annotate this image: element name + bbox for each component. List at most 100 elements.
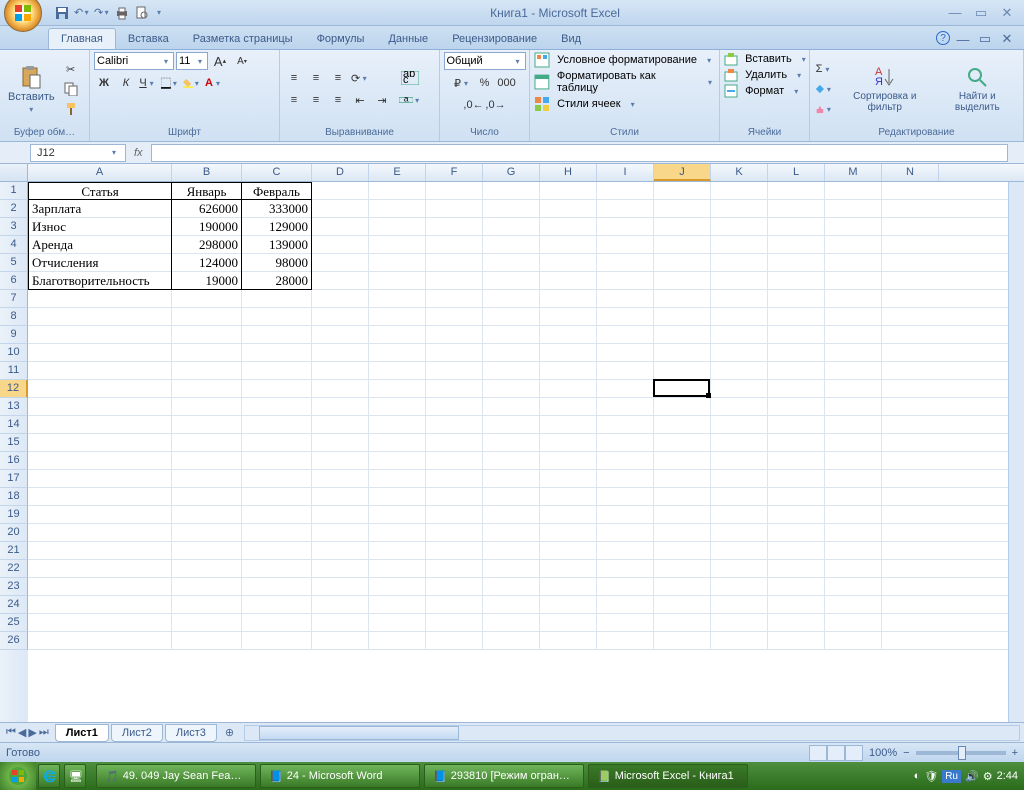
fx-icon[interactable]: fx bbox=[134, 147, 143, 159]
row-header[interactable]: 12 bbox=[0, 380, 28, 398]
format-table-button[interactable]: Форматировать как таблицу ▾ bbox=[534, 70, 715, 94]
grow-font-icon[interactable]: A▴ bbox=[210, 52, 230, 70]
tab-layout[interactable]: Разметка страницы bbox=[181, 29, 305, 49]
sheet-nav-next[interactable]: ▶ bbox=[28, 726, 36, 739]
sheet-nav-first[interactable]: ⏮ bbox=[6, 726, 16, 739]
col-header[interactable]: E bbox=[369, 164, 426, 181]
language-indicator[interactable]: Ru bbox=[942, 770, 961, 783]
number-format-combo[interactable]: Общий▾ bbox=[444, 52, 526, 70]
format-cells-button[interactable]: Формат ▾ bbox=[724, 84, 801, 98]
row-header[interactable]: 16 bbox=[0, 452, 28, 470]
row-header[interactable]: 3 bbox=[0, 218, 28, 236]
cut-icon[interactable]: ✂ bbox=[61, 60, 81, 78]
col-header[interactable]: M bbox=[825, 164, 882, 181]
data-cell[interactable]: Износ bbox=[28, 218, 172, 236]
redo-icon[interactable]: ↷▾ bbox=[94, 5, 110, 21]
sheet-tab-1[interactable]: Лист1 bbox=[55, 724, 109, 742]
col-header[interactable]: N bbox=[882, 164, 939, 181]
orientation-icon[interactable]: ⟳▾ bbox=[350, 69, 370, 87]
row-header[interactable]: 14 bbox=[0, 416, 28, 434]
row-header[interactable]: 4 bbox=[0, 236, 28, 254]
dec-dec-icon[interactable]: ,0→ bbox=[486, 96, 506, 114]
row-header[interactable]: 5 bbox=[0, 254, 28, 272]
new-sheet-icon[interactable]: ⊕ bbox=[219, 726, 240, 739]
font-size-combo[interactable]: 11▾ bbox=[176, 52, 208, 70]
insert-cells-button[interactable]: Вставить ▾ bbox=[724, 52, 809, 66]
tray-icon[interactable]: ◐ bbox=[914, 770, 921, 782]
shrink-font-icon[interactable]: A▾ bbox=[232, 52, 252, 70]
data-cell[interactable]: Аренда bbox=[28, 236, 172, 254]
border-icon[interactable]: ▾ bbox=[160, 74, 180, 92]
dec-inc-icon[interactable]: ,0← bbox=[464, 96, 484, 114]
tab-home[interactable]: Главная bbox=[48, 28, 116, 49]
zoom-in-icon[interactable]: + bbox=[1012, 747, 1018, 759]
data-cell[interactable]: 19000 bbox=[172, 272, 242, 290]
data-cell[interactable]: 98000 bbox=[242, 254, 312, 272]
undo-icon[interactable]: ↶▾ bbox=[74, 5, 90, 21]
row-header[interactable]: 1 bbox=[0, 182, 28, 200]
cell-styles-button[interactable]: Стили ячеек ▾ bbox=[534, 96, 638, 112]
sheet-nav-prev[interactable]: ◀ bbox=[18, 726, 26, 739]
clear-icon[interactable]: ▾ bbox=[814, 100, 834, 118]
help-icon[interactable]: ? bbox=[936, 31, 950, 45]
mdi-minimize[interactable]: — bbox=[954, 31, 972, 47]
currency-icon[interactable]: ₽▾ bbox=[453, 74, 473, 92]
cells-area[interactable]: СтатьяЯнварьФевральЗарплата626000333000И… bbox=[28, 182, 1008, 722]
row-header[interactable]: 9 bbox=[0, 326, 28, 344]
row-header[interactable]: 26 bbox=[0, 632, 28, 650]
tab-data[interactable]: Данные bbox=[376, 29, 440, 49]
data-cell[interactable]: 298000 bbox=[172, 236, 242, 254]
wrap-text-icon[interactable]: abc bbox=[398, 69, 422, 87]
view-normal-icon[interactable] bbox=[809, 745, 827, 761]
row-header[interactable]: 19 bbox=[0, 506, 28, 524]
delete-cells-button[interactable]: Удалить ▾ bbox=[724, 68, 804, 82]
row-header[interactable]: 18 bbox=[0, 488, 28, 506]
formula-input[interactable] bbox=[151, 144, 1008, 162]
zoom-level[interactable]: 100% bbox=[869, 747, 897, 759]
fill-color-icon[interactable]: ▾ bbox=[182, 74, 202, 92]
view-break-icon[interactable] bbox=[845, 745, 863, 761]
cond-format-button[interactable]: Условное форматирование ▾ bbox=[534, 52, 714, 68]
tray-icon[interactable]: 🛡 bbox=[924, 770, 938, 783]
row-header[interactable]: 7 bbox=[0, 290, 28, 308]
data-cell[interactable]: 129000 bbox=[242, 218, 312, 236]
col-header[interactable]: A bbox=[28, 164, 172, 181]
indent-inc-icon[interactable]: ⇥ bbox=[372, 91, 392, 109]
italic-icon[interactable]: К bbox=[116, 74, 136, 92]
col-header[interactable]: J bbox=[654, 164, 711, 181]
close-button[interactable]: ✕ bbox=[998, 5, 1016, 21]
autosum-icon[interactable]: Σ▾ bbox=[814, 60, 834, 78]
col-header[interactable]: H bbox=[540, 164, 597, 181]
row-header[interactable]: 10 bbox=[0, 344, 28, 362]
maximize-button[interactable]: ▭ bbox=[972, 5, 990, 21]
qat-dropdown-icon[interactable]: ▾ bbox=[154, 5, 164, 21]
indent-dec-icon[interactable]: ⇤ bbox=[350, 91, 370, 109]
tab-insert[interactable]: Вставка bbox=[116, 29, 181, 49]
col-header[interactable]: G bbox=[483, 164, 540, 181]
col-header[interactable]: B bbox=[172, 164, 242, 181]
thousand-icon[interactable]: 000 bbox=[497, 74, 517, 92]
minimize-button[interactable]: — bbox=[946, 5, 964, 21]
row-header[interactable]: 24 bbox=[0, 596, 28, 614]
data-cell[interactable]: 28000 bbox=[242, 272, 312, 290]
start-button[interactable] bbox=[0, 762, 36, 790]
tab-review[interactable]: Рецензирование bbox=[440, 29, 549, 49]
clock[interactable]: 2:44 bbox=[997, 770, 1018, 782]
align-right-icon[interactable]: ≡ bbox=[328, 91, 348, 109]
row-header[interactable]: 8 bbox=[0, 308, 28, 326]
data-cell[interactable]: 190000 bbox=[172, 218, 242, 236]
print-icon[interactable] bbox=[114, 5, 130, 21]
data-cell[interactable]: 139000 bbox=[242, 236, 312, 254]
data-cell[interactable]: Отчисления bbox=[28, 254, 172, 272]
row-header[interactable]: 22 bbox=[0, 560, 28, 578]
row-header[interactable]: 15 bbox=[0, 434, 28, 452]
sheet-tab-2[interactable]: Лист2 bbox=[111, 724, 163, 742]
hscrollbar[interactable] bbox=[244, 725, 1020, 741]
col-header[interactable]: K bbox=[711, 164, 768, 181]
data-cell[interactable]: Январь bbox=[172, 182, 242, 200]
data-cell[interactable]: 333000 bbox=[242, 200, 312, 218]
vscrollbar[interactable] bbox=[1008, 182, 1024, 722]
sheet-tab-3[interactable]: Лист3 bbox=[165, 724, 217, 742]
name-box[interactable]: J12▾ bbox=[30, 144, 126, 162]
col-header[interactable]: D bbox=[312, 164, 369, 181]
